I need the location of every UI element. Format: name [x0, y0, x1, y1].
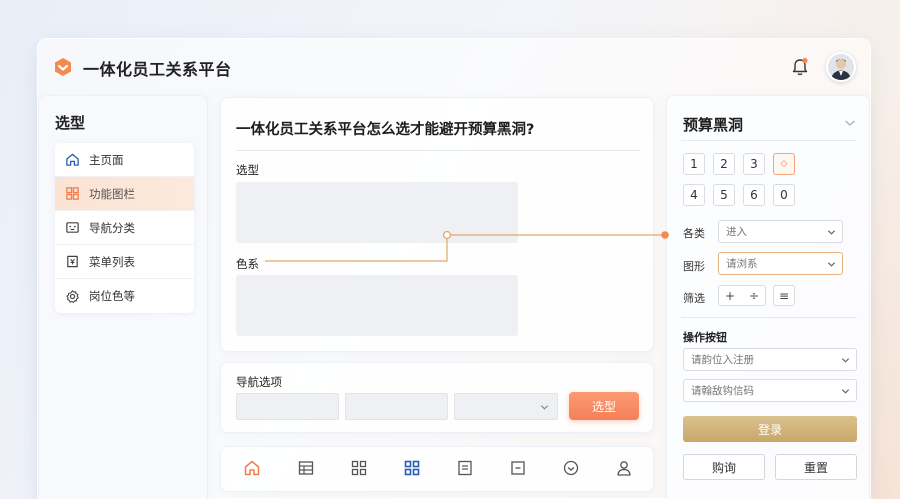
- home-icon: [66, 153, 79, 166]
- user-avatar-icon: [828, 54, 854, 80]
- sidebar-item-feature-grid[interactable]: 功能图栏: [55, 177, 194, 211]
- plus-icon[interactable]: +: [725, 289, 735, 303]
- category-label: 各类: [683, 227, 705, 240]
- main-card: 一体化员工关系平台怎么选才能避开预算黑洞? 选型 色系: [220, 97, 654, 352]
- key-5[interactable]: 5: [713, 184, 735, 206]
- menu-list-icon: [67, 255, 78, 268]
- grid-icon: [66, 187, 79, 200]
- code-select[interactable]: 请翰敌钩信码: [683, 379, 857, 402]
- logo-icon: [55, 58, 71, 76]
- budget-panel-title: 预算黑洞: [683, 116, 744, 134]
- navigation-icon: [66, 222, 79, 233]
- shape-select-value: 请浏系: [726, 258, 758, 270]
- page-title: 一体化员工关系平台怎么选才能避开预算黑洞?: [236, 122, 535, 138]
- app-title: 一体化员工关系平台: [83, 60, 232, 79]
- field-label-selection: 选型: [236, 163, 259, 177]
- key-4[interactable]: 4: [683, 184, 705, 206]
- code-select-value: 请翰敌钩信码: [691, 385, 754, 397]
- budget-panel: 预算黑洞 1 2 3 ◇ 4 5 6 0 各类 进入 图形 请浏系 筛选 + ÷…: [666, 95, 870, 499]
- shape-select[interactable]: 请浏系: [718, 252, 843, 275]
- sidebar: 选型 主页面 功能图栏 导航分类 菜单列表 岗位色等: [38, 95, 208, 499]
- box-icon[interactable]: [509, 459, 527, 477]
- register-select-value: 请韵位入注册: [691, 354, 754, 366]
- login-button[interactable]: 登录: [683, 416, 857, 442]
- category-select-value: 进入: [726, 226, 747, 238]
- field-label-color: 色系: [236, 257, 259, 271]
- sidebar-item-label: 菜单列表: [89, 254, 135, 269]
- divider: [681, 140, 857, 141]
- sidebar-item-label: 主页面: [89, 152, 124, 167]
- nav-options-title: 导航选项: [236, 375, 282, 389]
- filter-stepper[interactable]: + ÷: [718, 285, 766, 306]
- chevron-down-icon: [827, 262, 836, 267]
- sidebar-item-position[interactable]: 岗位色等: [55, 279, 194, 313]
- sidebar-item-label: 功能图栏: [89, 186, 135, 201]
- nav-option-select[interactable]: [454, 393, 558, 420]
- avatar[interactable]: [826, 52, 856, 82]
- nav-option-field-2[interactable]: [345, 393, 448, 420]
- select-button[interactable]: 选型: [569, 392, 639, 420]
- nav-options-card: 导航选项 选型: [220, 362, 654, 433]
- key-3[interactable]: 3: [743, 153, 765, 175]
- sidebar-item-home[interactable]: 主页面: [55, 143, 194, 177]
- placeholder-box-selection[interactable]: [236, 182, 518, 243]
- sidebar-item-navigation[interactable]: 导航分类: [55, 211, 194, 245]
- gear-icon: [66, 289, 79, 303]
- nav-option-field-1[interactable]: [236, 393, 339, 420]
- reset-button[interactable]: 重置: [775, 454, 857, 480]
- divider: [681, 317, 857, 318]
- sidebar-item-menu-list[interactable]: 菜单列表: [55, 245, 194, 279]
- section-title: 操作按钮: [683, 331, 727, 344]
- app-header: 一体化员工关系平台: [38, 39, 870, 95]
- document-icon[interactable]: [456, 459, 474, 477]
- divider: [236, 150, 640, 151]
- app-window: 一体化员工关系平台 选型 主页面 功能图栏 导航分类 菜单列表 岗位色等 一体化…: [37, 38, 871, 499]
- placeholder-box-color[interactable]: [236, 275, 518, 336]
- grid-active-icon[interactable]: [403, 459, 421, 477]
- chevron-down-icon: [540, 405, 549, 410]
- register-select[interactable]: 请韵位入注册: [683, 348, 857, 371]
- sidebar-item-label: 导航分类: [89, 220, 135, 235]
- bell-icon[interactable]: [789, 56, 811, 78]
- query-button[interactable]: 购询: [683, 454, 765, 480]
- key-0[interactable]: 0: [773, 184, 795, 206]
- circle-check-icon[interactable]: [562, 459, 580, 477]
- key-1[interactable]: 1: [683, 153, 705, 175]
- shape-label: 图形: [683, 260, 705, 273]
- key-diamond[interactable]: ◇: [773, 153, 795, 175]
- list-icon[interactable]: [297, 459, 315, 477]
- sidebar-nav: 主页面 功能图栏 导航分类 菜单列表 岗位色等: [55, 143, 194, 313]
- chevron-down-icon[interactable]: [843, 116, 857, 130]
- grid-icon[interactable]: [350, 459, 368, 477]
- user-icon[interactable]: [615, 459, 633, 477]
- sidebar-item-label: 岗位色等: [89, 289, 135, 303]
- key-6[interactable]: 6: [743, 184, 765, 206]
- filter-label: 筛选: [683, 292, 705, 305]
- home-icon[interactable]: [243, 459, 261, 477]
- divide-icon[interactable]: ÷: [749, 289, 759, 303]
- sidebar-title: 选型: [55, 114, 86, 132]
- chevron-down-icon: [841, 389, 850, 394]
- category-select[interactable]: 进入: [718, 220, 843, 243]
- chevron-down-icon: [841, 358, 850, 363]
- chevron-down-icon: [827, 230, 836, 235]
- filter-menu-button[interactable]: ≡: [773, 285, 795, 306]
- tab-bar: [220, 446, 654, 492]
- key-2[interactable]: 2: [713, 153, 735, 175]
